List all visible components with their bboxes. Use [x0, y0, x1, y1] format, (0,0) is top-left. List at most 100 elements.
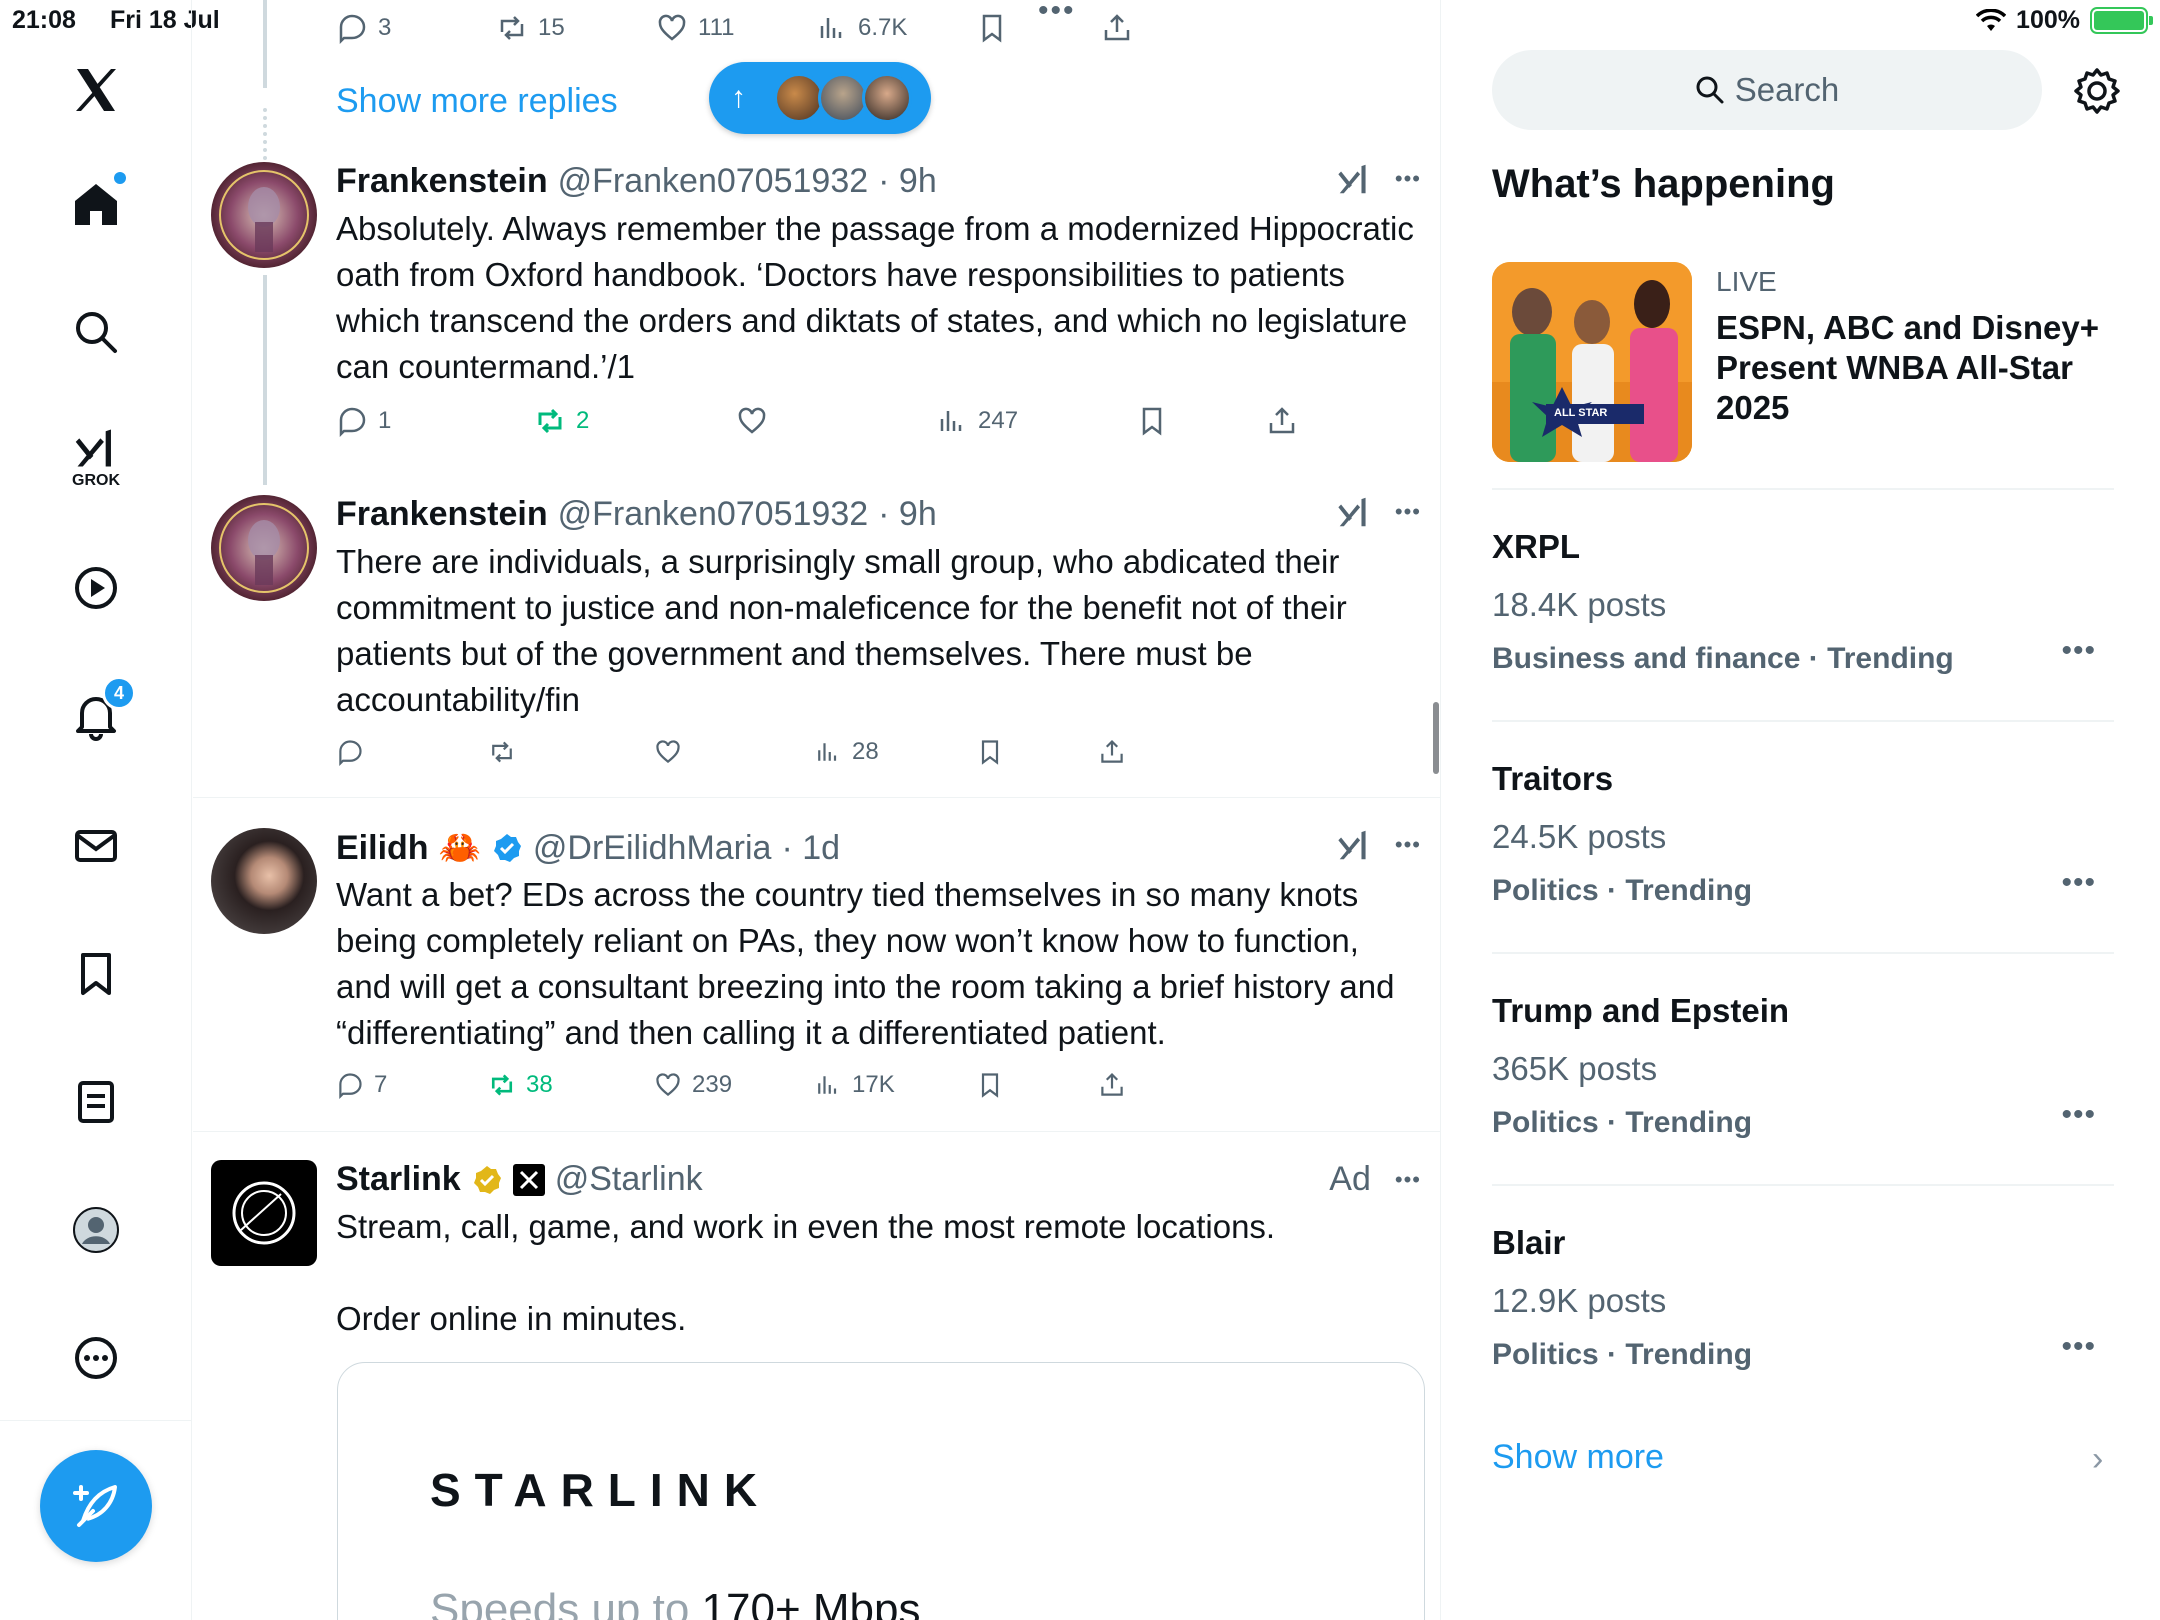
x-logo-icon[interactable] [58, 52, 134, 128]
show-more-replies-link[interactable]: Show more replies [336, 82, 618, 121]
post-author[interactable]: Frankenstein [336, 162, 548, 201]
share-button[interactable] [1098, 738, 1126, 766]
avatar [862, 73, 912, 123]
notifications-badge: 4 [102, 676, 136, 710]
more-icon[interactable] [58, 1320, 134, 1396]
avatar[interactable] [211, 828, 317, 934]
live-label: LIVE [1716, 266, 1777, 297]
search-icon[interactable] [58, 294, 134, 370]
ad-brand-logo: STARLINK [430, 1464, 772, 1516]
home-icon[interactable] [58, 166, 134, 242]
trend-name: Blair [1492, 1224, 1566, 1261]
scrollbar-thumb[interactable] [1433, 702, 1439, 774]
repost-button[interactable]: 15 [496, 12, 565, 44]
reply-button[interactable]: 1 [336, 405, 391, 437]
live-title: ESPN, ABC and Disney+ Present WNBA All-S… [1716, 309, 2099, 426]
repost-icon [538, 408, 562, 434]
ad-text-line2: Order online in minutes. [336, 1300, 687, 1337]
like-button[interactable]: 111 [656, 12, 734, 44]
post-more-icon[interactable]: ••• [1395, 832, 1421, 858]
trend-item[interactable]: Trump and Epstein 365K posts Politics · … [1492, 992, 2114, 1172]
bookmark-icon[interactable] [58, 936, 134, 1012]
trend-item[interactable]: XRPL 18.4K posts Business and finance · … [1492, 528, 2114, 708]
bell-icon[interactable]: 4 [58, 676, 136, 754]
post-more-icon[interactable]: ••• [1395, 499, 1421, 525]
trend-item[interactable]: Traitors 24.5K posts Politics · Trending… [1492, 760, 2114, 940]
ad-speed-text: Speeds up to 170+ Mbps [430, 1585, 921, 1620]
compose-button[interactable] [40, 1450, 152, 1562]
live-trend-card[interactable]: ALL STAR LIVE ESPN, ABC and Disney+ Pres… [1492, 262, 2114, 490]
repost-button[interactable] [488, 738, 516, 766]
post-divider [193, 1131, 1440, 1132]
main-feed: 3 15 111 6.7K ••• Show more replies ↑ Fr… [193, 0, 1441, 1620]
lists-icon[interactable] [58, 1064, 134, 1140]
post-handle[interactable]: @Franken07051932 [558, 495, 869, 534]
grok-post-icon[interactable] [1337, 828, 1371, 862]
post-handle[interactable]: @Starlink [555, 1160, 703, 1199]
post-actions: 28 [336, 738, 1436, 778]
like-button[interactable]: 239 [654, 1071, 732, 1099]
profile-icon[interactable] [58, 1192, 134, 1268]
trend-more-icon[interactable]: ••• [2061, 1098, 2096, 1132]
like-button[interactable] [736, 405, 768, 437]
post-time[interactable]: · 9h [878, 495, 937, 534]
post-author[interactable]: Eilidh [336, 829, 429, 868]
bookmark-button[interactable] [976, 1071, 1004, 1099]
trend-name: Traitors [1492, 760, 1614, 797]
reply-button[interactable] [336, 738, 364, 766]
starlink-avatar[interactable] [211, 1160, 317, 1266]
grok-post-icon[interactable] [1337, 162, 1371, 196]
trend-item[interactable]: Blair 12.9K posts Politics · Trending ••… [1492, 1224, 2114, 1404]
trend-name: XRPL [1492, 528, 1581, 565]
post-time[interactable]: · 9h [878, 162, 937, 201]
share-button[interactable] [1266, 405, 1298, 437]
heart-icon [656, 1073, 680, 1097]
reply-button[interactable]: 3 [336, 12, 391, 44]
share-button[interactable] [1098, 1071, 1126, 1099]
trend-more-icon[interactable]: ••• [2061, 634, 2096, 668]
trend-count: 18.4K posts [1492, 586, 1667, 623]
more-dots-icon[interactable]: ••• [1038, 0, 1076, 28]
post-handle[interactable]: @Franken07051932 [558, 162, 869, 201]
trend-more-icon[interactable]: ••• [2061, 866, 2096, 900]
video-icon[interactable] [58, 550, 134, 626]
bookmark-button[interactable] [1136, 405, 1168, 437]
ad-card[interactable]: STARLINK Speeds up to 170+ Mbps [337, 1362, 1425, 1620]
views-button[interactable]: 247 [936, 405, 1018, 437]
heart-icon [738, 407, 766, 434]
x-affiliate-icon [512, 1163, 545, 1196]
home-dot [114, 172, 126, 184]
grok-post-icon[interactable] [1337, 495, 1371, 529]
post-author[interactable]: Frankenstein [336, 495, 548, 534]
reply-button[interactable]: 7 [336, 1071, 387, 1099]
grok-icon[interactable]: GROK [58, 420, 134, 496]
post-time[interactable]: · 1d [781, 829, 840, 868]
share-icon [1269, 407, 1295, 434]
trend-meta: Politics · Trending [1492, 874, 1753, 907]
repost-button[interactable]: 38 [488, 1071, 553, 1099]
bookmark-button[interactable] [976, 738, 1004, 766]
bookmark-button[interactable] [976, 12, 1008, 44]
trend-more-icon[interactable]: ••• [2061, 1330, 2096, 1364]
avatar[interactable] [211, 495, 317, 601]
like-button[interactable] [654, 738, 682, 766]
trend-meta: Business and finance · Trending [1492, 642, 1954, 675]
search-icon [1696, 76, 1724, 104]
show-more-link[interactable]: Show more [1492, 1438, 1664, 1477]
gear-icon[interactable] [2072, 66, 2122, 116]
views-button[interactable]: 17K [814, 1071, 895, 1099]
post-more-icon[interactable]: ••• [1395, 1167, 1421, 1193]
crab-emoji: 🦀 [438, 829, 481, 867]
views-button[interactable]: 28 [814, 738, 879, 766]
post-more-icon[interactable]: ••• [1395, 166, 1421, 192]
post-handle[interactable]: @DrEilidhMaria [533, 829, 772, 868]
search-input[interactable]: Search [1492, 50, 2042, 130]
nav-divider [0, 1420, 192, 1421]
mail-icon[interactable] [58, 808, 134, 884]
avatar[interactable] [211, 162, 317, 268]
new-posts-pill[interactable]: ↑ [709, 62, 931, 134]
repost-button[interactable]: 2 [534, 405, 589, 437]
post-author[interactable]: Starlink [336, 1160, 461, 1199]
share-button[interactable] [1101, 12, 1133, 44]
views-button[interactable]: 6.7K [816, 12, 907, 44]
